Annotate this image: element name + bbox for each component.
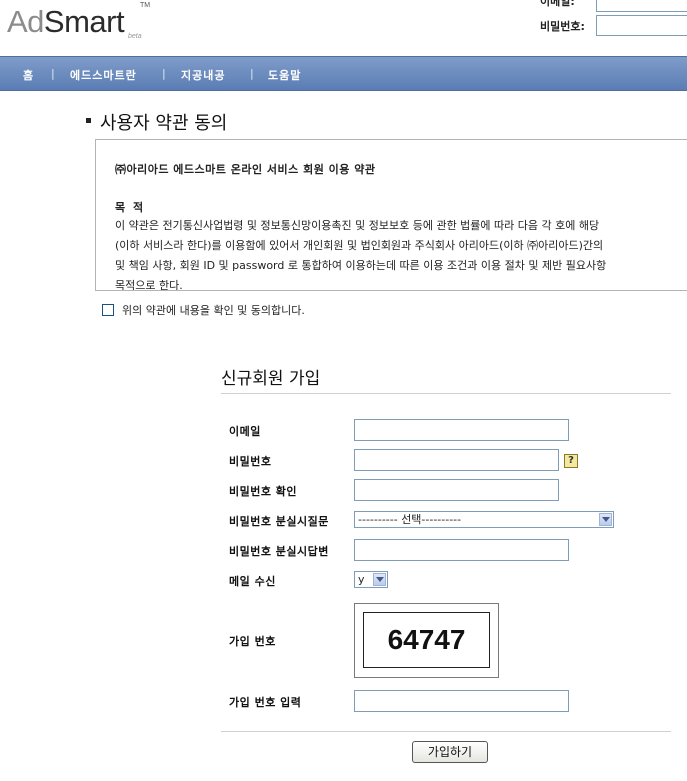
password-confirm-input[interactable] — [354, 479, 559, 501]
login-email-input[interactable] — [596, 0, 687, 12]
nav-separator: | — [250, 67, 254, 80]
mail-receive-label: 메일 수신 — [229, 575, 276, 588]
nav-separator: | — [162, 67, 166, 80]
adsmart-logo[interactable]: AdSmart TM beta — [7, 2, 150, 44]
logo-text-ad: Ad — [7, 4, 44, 39]
login-password-label: 비밀번호: — [540, 20, 585, 33]
lost-question-label: 비밀번호 분실시질문 — [229, 515, 329, 528]
terms-line: 목적으로 한다. — [115, 279, 183, 291]
terms-line: 및 책임 사항, 회원 ID 및 password 로 통합하여 이용하는데 따… — [115, 259, 607, 272]
signup-number-label: 가입 번호 — [229, 635, 276, 648]
nav-item-about[interactable]: 에드스마트란 — [70, 67, 137, 83]
nav-separator: | — [51, 67, 55, 80]
lost-question-select-value: ---------- 선택---------- — [358, 513, 462, 526]
mail-receive-select-value: y — [358, 573, 365, 586]
agree-terms-checkbox[interactable] — [102, 304, 114, 316]
nav-item-help[interactable]: 도움말 — [268, 67, 301, 83]
registration-divider-top — [221, 393, 671, 394]
password-help-icon[interactable]: ? — [564, 454, 578, 468]
signup-number-input[interactable] — [354, 690, 569, 712]
mail-receive-select[interactable]: y — [354, 571, 388, 588]
logo-trademark: TM — [140, 2, 151, 9]
nav-item-knowledge[interactable]: 지공내공 — [181, 67, 225, 83]
chevron-down-icon[interactable] — [373, 573, 386, 586]
section-bullet-icon — [86, 118, 91, 123]
terms-scroll-box[interactable]: ㈜아리아드 에드스마트 온라인 서비스 회원 이용 약관 목 적 이 약관은 전… — [95, 139, 687, 291]
chevron-down-icon[interactable] — [599, 513, 612, 526]
signup-number-input-label: 가입 번호 입력 — [229, 696, 302, 709]
email-input[interactable] — [354, 419, 569, 441]
nav-item-home[interactable]: 홈 — [23, 67, 34, 83]
terms-line: (이하 서비스라 한다)를 이용함에 있어서 개인회원 및 법인회원과 주식회사… — [115, 239, 604, 252]
captcha-code: 64747 — [363, 612, 490, 668]
password-label: 비밀번호 — [229, 455, 272, 468]
main-nav-bar: 홈 | 에드스마트란 | 지공내공 | 도움말 — [0, 56, 687, 91]
login-password-input[interactable] — [596, 15, 687, 36]
registration-title: 신규회원 가입 — [221, 369, 321, 389]
password-input[interactable] — [354, 449, 559, 471]
terms-purpose-title: 목 적 — [115, 201, 146, 214]
password-confirm-label: 비밀번호 확인 — [229, 485, 298, 498]
login-email-label: 이메일: — [540, 0, 575, 8]
terms-line: 이 약관은 전기통신사업법령 및 정보통신망이용촉진 및 정보보호 등에 관한 … — [115, 219, 600, 232]
terms-section-title: 사용자 약관 동의 — [100, 113, 228, 134]
captcha-frame: 64747 — [354, 603, 499, 678]
agree-terms-label[interactable]: 위의 약관에 내용을 확인 및 동의합니다. — [122, 302, 305, 318]
lost-question-select[interactable]: ---------- 선택---------- — [354, 511, 614, 528]
logo-text-smart: Smart — [43, 4, 125, 39]
lost-answer-input[interactable] — [354, 539, 569, 561]
email-label: 이메일 — [229, 425, 261, 438]
terms-heading: ㈜아리아드 에드스마트 온라인 서비스 회원 이용 약관 — [115, 163, 376, 176]
logo-beta: beta — [128, 33, 142, 40]
lost-answer-label: 비밀번호 분실시답변 — [229, 545, 329, 558]
signup-submit-button[interactable]: 가입하기 — [412, 741, 488, 763]
registration-divider-bottom — [221, 731, 671, 732]
